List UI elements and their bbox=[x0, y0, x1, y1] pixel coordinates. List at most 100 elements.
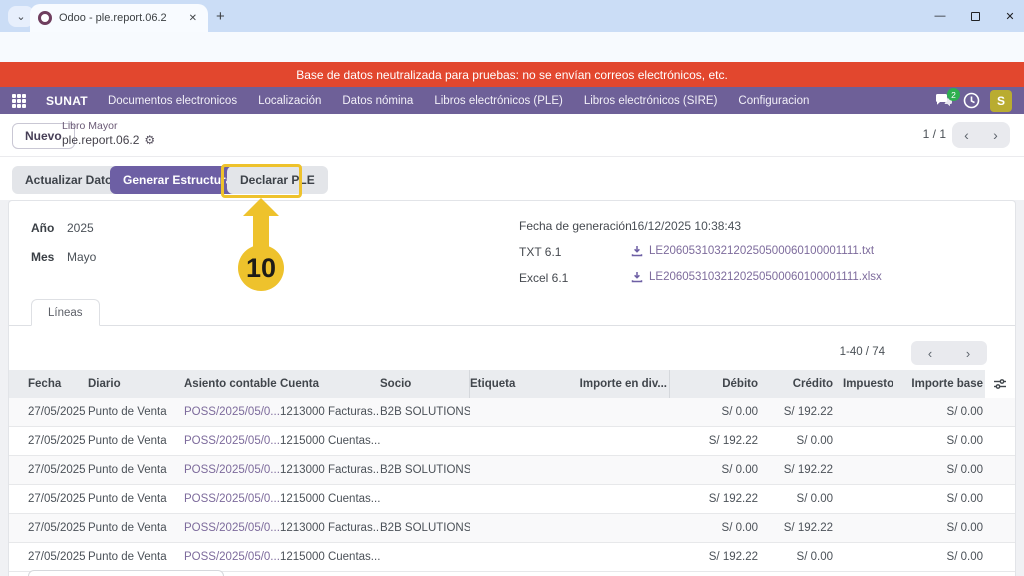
record-settings-gear-icon[interactable]: ⚙ bbox=[144, 133, 155, 148]
navbar-menu-item[interactable]: Configuracion bbox=[738, 95, 809, 107]
cell-diario: Punto de Venta bbox=[88, 406, 184, 418]
tab-title: Odoo - ple.report.06.2 bbox=[59, 12, 179, 24]
column-header-importe-base[interactable]: Importe base bbox=[893, 378, 985, 390]
control-panel: Nuevo Libro Mayor ple.report.06.2 ⚙ 1 / … bbox=[0, 114, 1024, 157]
record-pager: ‹ › bbox=[952, 122, 1010, 148]
browser-tab[interactable]: Odoo - ple.report.06.2 ✕ bbox=[30, 4, 208, 32]
record-pager-prev-icon[interactable]: ‹ bbox=[952, 122, 981, 148]
window-minimize-button[interactable]: — bbox=[925, 5, 955, 27]
column-header-fecha[interactable]: Fecha bbox=[28, 378, 88, 390]
breadcrumb-parent[interactable]: Libro Mayor bbox=[62, 120, 155, 133]
generation-date-value: 16/12/2025 10:38:43 bbox=[631, 219, 741, 233]
column-header-cuenta[interactable]: Cuenta bbox=[280, 378, 380, 390]
table-row[interactable]: 27/05/2025 Punto de Venta POSS/2025/05/0… bbox=[9, 427, 1015, 456]
cell-credito: S/ 192.22 bbox=[760, 464, 835, 476]
window-maximize-button[interactable] bbox=[960, 5, 990, 27]
app-brand[interactable]: SUNAT bbox=[46, 94, 88, 108]
chat-icon[interactable]: 2 bbox=[935, 93, 953, 108]
cell-asiento-link[interactable]: POSS/2025/05/0... bbox=[184, 551, 280, 563]
column-header-etiqueta[interactable]: Etiqueta bbox=[470, 378, 575, 390]
tab-lineas[interactable]: Líneas bbox=[31, 299, 100, 326]
navbar-menu-item[interactable]: Libros electrónicos (SIRE) bbox=[584, 95, 718, 107]
cell-diario: Punto de Venta bbox=[88, 522, 184, 534]
annotation-arrow-shaft bbox=[253, 215, 269, 248]
cell-asiento-link[interactable]: POSS/2025/05/0... bbox=[184, 493, 280, 505]
cell-asiento-link[interactable]: POSS/2025/05/0... bbox=[184, 522, 280, 534]
column-header-diario[interactable]: Diario bbox=[88, 378, 184, 390]
odoo-favicon bbox=[38, 11, 52, 25]
lines-pager-prev-icon[interactable]: ‹ bbox=[911, 341, 949, 365]
month-value[interactable]: Mayo bbox=[67, 250, 96, 264]
column-header-socio[interactable]: Socio bbox=[380, 370, 470, 398]
cell-diario: Punto de Venta bbox=[88, 493, 184, 505]
cell-diario: Punto de Venta bbox=[88, 464, 184, 476]
txt-file-link[interactable]: LE2060531032120250500060100001111.txt bbox=[631, 245, 874, 257]
app-navbar: SUNAT Documentos electronicos Localizació… bbox=[0, 87, 1024, 114]
cell-socio: B2B SOLUTIONS ... bbox=[380, 522, 470, 534]
table-row[interactable]: 27/05/2025 Punto de Venta POSS/2025/05/0… bbox=[9, 485, 1015, 514]
table-row[interactable]: 27/05/2025 Punto de Venta POSS/2025/05/0… bbox=[9, 543, 1015, 572]
column-header-debito[interactable]: Débito bbox=[670, 378, 760, 390]
record-pager-next-icon[interactable]: › bbox=[981, 122, 1010, 148]
cell-cuenta: 1215000 Cuentas... bbox=[280, 551, 380, 563]
window-close-button[interactable]: ✕ bbox=[995, 5, 1024, 27]
breadcrumb-active: ple.report.06.2 bbox=[62, 133, 139, 148]
cell-credito: S/ 0.00 bbox=[760, 435, 835, 447]
annotation-highlight-box bbox=[221, 164, 302, 198]
new-tab-button[interactable]: + bbox=[216, 8, 225, 25]
cell-cuenta: 1215000 Cuentas... bbox=[280, 493, 380, 505]
apps-grid-icon[interactable] bbox=[12, 94, 26, 108]
column-header-credito[interactable]: Crédito bbox=[760, 378, 835, 390]
table-row[interactable]: 27/05/2025 Punto de Venta POSS/2025/05/0… bbox=[9, 456, 1015, 485]
record-pager-count: 1 / 1 bbox=[923, 127, 946, 141]
cell-asiento-link[interactable]: POSS/2025/05/0... bbox=[184, 406, 280, 418]
lines-pager-next-icon[interactable]: › bbox=[949, 341, 987, 365]
tab-close-icon[interactable]: ✕ bbox=[186, 12, 200, 25]
cell-importe-base: S/ 0.00 bbox=[893, 406, 985, 418]
navbar-menu-item[interactable]: Localización bbox=[258, 95, 321, 107]
cell-importe-base: S/ 0.00 bbox=[893, 551, 985, 563]
browser-titlebar: ⌄ Odoo - ple.report.06.2 ✕ + — ✕ bbox=[0, 0, 1024, 32]
cell-diario: Punto de Venta bbox=[88, 435, 184, 447]
cell-debito: S/ 0.00 bbox=[670, 406, 760, 418]
excel-file-label: Excel 6.1 bbox=[519, 271, 568, 285]
excel-file-link[interactable]: LE2060531032120250500060100001111.xlsx bbox=[631, 271, 882, 283]
cell-asiento-link[interactable]: POSS/2025/05/0... bbox=[184, 435, 280, 447]
table-row[interactable]: 27/05/2025 Punto de Venta POSS/2025/05/0… bbox=[9, 398, 1015, 427]
year-value[interactable]: 2025 bbox=[67, 221, 94, 235]
annotation-arrow-icon bbox=[243, 198, 279, 216]
column-settings-icon[interactable] bbox=[985, 370, 1015, 398]
cell-fecha: 27/05/2025 bbox=[28, 435, 88, 447]
cell-fecha: 27/05/2025 bbox=[28, 493, 88, 505]
cell-fecha: 27/05/2025 bbox=[28, 464, 88, 476]
table-body: 27/05/2025 Punto de Venta POSS/2025/05/0… bbox=[9, 398, 1015, 572]
lines-pager-count: 1-40 / 74 bbox=[840, 346, 885, 358]
test-database-banner: Base de datos neutralizada para pruebas:… bbox=[0, 62, 1024, 87]
cell-asiento-link[interactable]: POSS/2025/05/0... bbox=[184, 464, 280, 476]
chat-badge: 2 bbox=[947, 88, 960, 101]
cell-importe-base: S/ 0.00 bbox=[893, 464, 985, 476]
navbar-menu-item[interactable]: Documentos electronicos bbox=[108, 95, 237, 107]
navbar-menu-item[interactable]: Libros electrónicos (PLE) bbox=[434, 95, 562, 107]
cell-cuenta: 1213000 Facturas... bbox=[280, 522, 380, 534]
navbar-menu-item[interactable]: Datos nómina bbox=[342, 95, 413, 107]
user-avatar[interactable]: S bbox=[990, 90, 1012, 112]
cell-socio: B2B SOLUTIONS ... bbox=[380, 464, 470, 476]
activities-clock-icon[interactable] bbox=[963, 92, 980, 109]
column-header-asiento[interactable]: Asiento contable bbox=[184, 378, 280, 390]
cell-credito: S/ 0.00 bbox=[760, 551, 835, 563]
file-download-icon[interactable] bbox=[631, 271, 643, 283]
cell-importe-base: S/ 0.00 bbox=[893, 522, 985, 534]
column-header-importe-div[interactable]: Importe en div... bbox=[575, 370, 670, 398]
month-label: Mes bbox=[31, 250, 54, 264]
column-header-impuesto[interactable]: Impuesto bbox=[835, 378, 893, 390]
generation-date-label: Fecha de generación bbox=[519, 219, 632, 233]
table-row[interactable]: 27/05/2025 Punto de Venta POSS/2025/05/0… bbox=[9, 514, 1015, 543]
cell-credito: S/ 0.00 bbox=[760, 493, 835, 505]
file-download-icon[interactable] bbox=[631, 245, 643, 257]
cell-importe-base: S/ 0.00 bbox=[893, 493, 985, 505]
cell-cuenta: 1215000 Cuentas... bbox=[280, 435, 380, 447]
cell-importe-base: S/ 0.00 bbox=[893, 435, 985, 447]
lines-pager: ‹ › bbox=[911, 341, 987, 365]
cell-debito: S/ 192.22 bbox=[670, 551, 760, 563]
